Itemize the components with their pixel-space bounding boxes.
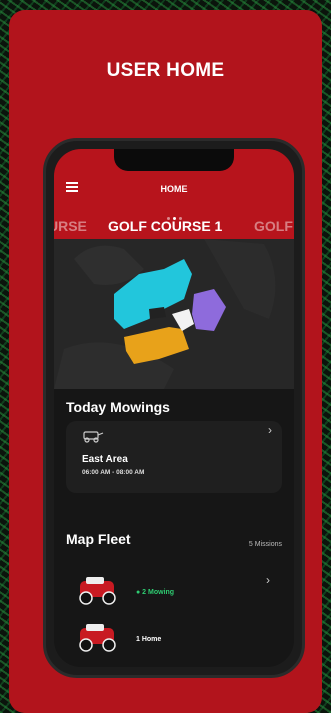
- tab-next-course[interactable]: GOLF: [254, 218, 293, 234]
- course-map-graphic: [54, 239, 276, 389]
- zone-gap: [149, 307, 166, 319]
- page-dots: [54, 207, 294, 220]
- mowing-time-range: 06:00 AM - 08:00 AM: [82, 469, 145, 476]
- header-title: HOME: [160, 184, 188, 194]
- zone-purple[interactable]: [192, 289, 226, 331]
- phone-frame: HOME URSE GOLF COURSE 1 GOLF Tod: [43, 138, 305, 678]
- mowing-area-name: East Area: [82, 454, 128, 465]
- phone-screen: HOME URSE GOLF COURSE 1 GOLF Tod: [54, 149, 294, 667]
- map-fleet-title: Map Fleet: [66, 531, 131, 547]
- phone-notch: [114, 149, 234, 171]
- mowing-card[interactable]: › East Area 06:00 AM - 08:00 AM: [66, 421, 282, 493]
- chevron-right-icon[interactable]: ›: [268, 423, 272, 437]
- robot-status-home: 1 Home: [136, 636, 162, 643]
- fleet-mission-count: 5 Missions: [248, 541, 282, 548]
- course-map[interactable]: [54, 239, 294, 389]
- today-mowings-title: Today Mowings: [66, 399, 170, 415]
- robot-status-mowing: ● 2 Mowing: [136, 589, 175, 596]
- tab-prev-course[interactable]: URSE: [54, 218, 87, 234]
- card-title: USER HOME: [106, 60, 225, 81]
- robot-mower-icon[interactable]: [76, 575, 122, 605]
- mower-icon: [83, 431, 104, 443]
- robot-mower-icon[interactable]: [76, 622, 122, 652]
- course-tabs: URSE GOLF COURSE 1 GOLF: [54, 218, 294, 236]
- zone-white[interactable]: [172, 309, 194, 331]
- zone-orange[interactable]: [124, 327, 189, 364]
- chevron-right-icon[interactable]: ›: [266, 573, 270, 587]
- tab-active-course[interactable]: GOLF COURSE 1: [108, 218, 222, 234]
